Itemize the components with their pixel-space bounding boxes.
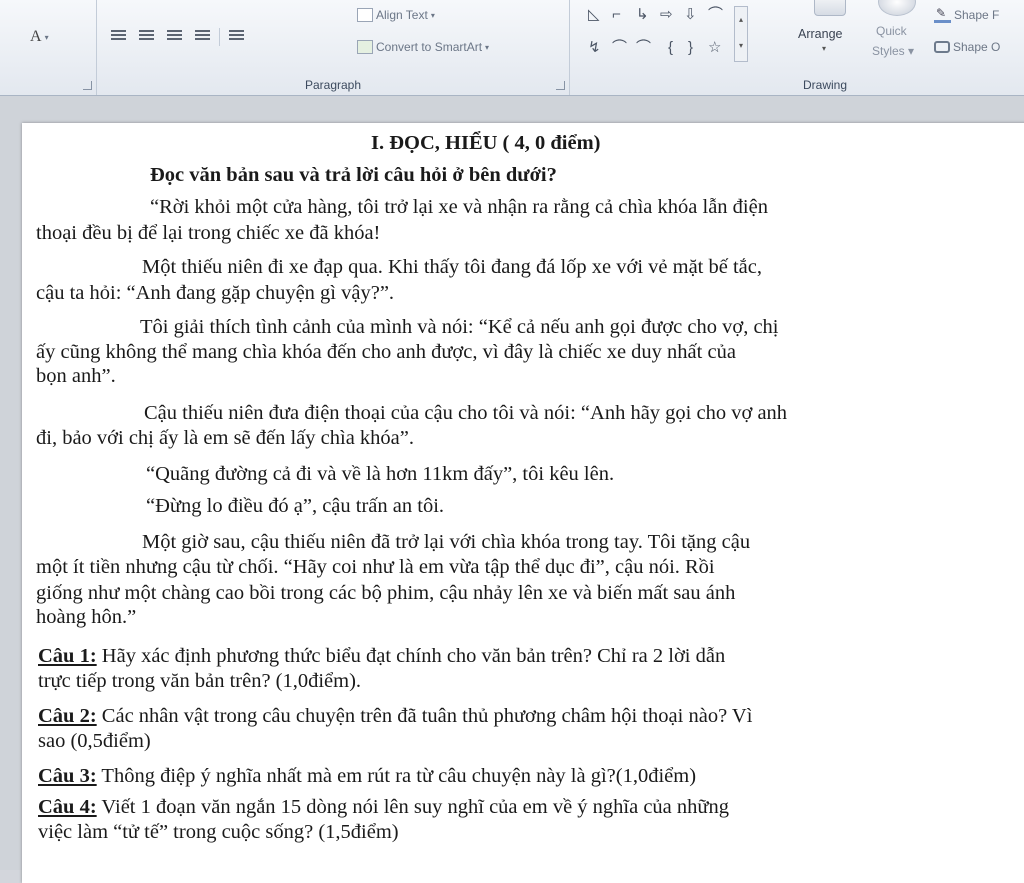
passage-line: Một giờ sau, cậu thiếu niên đã trở lại v… <box>142 531 751 553</box>
align-left-icon[interactable] <box>111 30 126 42</box>
line-spacing-icon[interactable] <box>229 30 244 42</box>
chevron-down-icon: ▾ <box>430 10 435 20</box>
chevron-down-icon: ▾ <box>485 42 490 52</box>
align-text-button[interactable]: Align Text ▾ <box>357 8 435 22</box>
align-text-label: Align Text <box>376 8 428 22</box>
convert-smartart-label: Convert to SmartArt <box>376 40 483 54</box>
shape-right-arrow-icon[interactable]: ⇨ <box>660 7 673 23</box>
align-center-icon[interactable] <box>139 30 154 42</box>
question-label: Câu 2: <box>38 705 97 727</box>
question-4-cont: việc làm “tử tế” trong cuộc sống? (1,5đi… <box>38 821 399 843</box>
quick-label: Quick <box>876 24 907 38</box>
font-dialog-launcher-icon[interactable] <box>83 81 92 90</box>
passage-line: “Quãng đường cả đi và về là hơn 11km đấy… <box>146 463 615 485</box>
question-3: Câu 3: Thông điệp ý nghĩa nhất mà em rút… <box>38 764 696 788</box>
question-label: Câu 1: <box>38 645 97 667</box>
question-text: Thông điệp ý nghĩa nhất mà em rút ra từ … <box>96 765 697 787</box>
passage-line: ấy cũng không thể mang chìa khóa đến cho… <box>36 341 736 363</box>
shape-outline-button[interactable]: Shape O <box>934 40 1000 54</box>
question-2: Câu 2: Các nhân vật trong câu chuyện trê… <box>38 704 752 728</box>
question-1-cont: trực tiếp trong văn bản trên? (1,0điểm). <box>38 670 362 692</box>
passage-line: “Đừng lo điều đó ạ”, cậu trấn an tôi. <box>146 495 445 517</box>
passage-line: đi, bảo với chị ấy là em sẽ đến lấy chìa… <box>36 427 414 449</box>
shape-lightning-icon[interactable]: ↯ <box>588 40 601 56</box>
font-color-button[interactable]: A ▾ <box>30 28 49 46</box>
shapes-gallery[interactable]: ◺ ⌐ ↳ ⇨ ⇩ ⌒ ↯ ⌒ ⌒ { } ☆ ▴ ▾ <box>584 4 780 62</box>
shape-outline-icon <box>934 41 950 53</box>
quick-styles-icon <box>878 0 916 16</box>
shape-right-brace-icon[interactable]: } <box>688 40 693 56</box>
gallery-scroll[interactable]: ▴ ▾ <box>734 6 748 62</box>
shape-left-brace-icon[interactable]: { <box>668 40 673 56</box>
drawing-group: ◺ ⌐ ↳ ⇨ ⇩ ⌒ ↯ ⌒ ⌒ { } ☆ ▴ ▾ Arrange ▾ Qui… <box>570 0 1024 95</box>
paint-bucket-icon: ✎ <box>934 6 951 23</box>
passage-line: một ít tiền nhưng cậu từ chối. “Hãy coi … <box>36 556 715 578</box>
paragraph-dialog-launcher-icon[interactable] <box>556 81 565 90</box>
passage-line: Cậu thiếu niên đưa điện thoại của cậu ch… <box>144 402 788 424</box>
styles-label: Styles ▾ <box>872 44 915 58</box>
question-text: Hãy xác định phương thức biểu đạt chính … <box>96 645 726 667</box>
styles-text: Styles <box>872 44 905 58</box>
shape-triangle-icon[interactable]: ◺ <box>588 7 600 23</box>
align-right-icon[interactable] <box>167 30 182 42</box>
question-text: Viết 1 đoạn văn ngắn 15 dòng nói lên suy… <box>96 796 730 818</box>
passage-line: “Rời khỏi một cửa hàng, tôi trở lại xe v… <box>150 196 768 218</box>
drawing-group-label: Drawing <box>802 78 847 92</box>
ribbon: A ▾ Align Text ▾ Convert to SmartArt ▾ P… <box>0 0 1024 96</box>
shape-elbow-arrow-icon[interactable]: ↳ <box>636 7 649 23</box>
justify-icon[interactable] <box>195 30 210 42</box>
shape-connector-icon[interactable]: ⌐ <box>612 7 621 23</box>
divider <box>219 28 220 46</box>
smartart-icon <box>357 40 373 54</box>
passage-line: cậu ta hỏi: “Anh đang gặp chuyện gì vậy?… <box>36 282 395 304</box>
document-page[interactable]: I. ĐỌC, HIỂU ( 4, 0 điểm) Đọc văn bản sa… <box>22 123 1024 883</box>
document-area: I. ĐỌC, HIỂU ( 4, 0 điểm) Đọc văn bản sa… <box>0 96 1024 883</box>
question-4: Câu 4: Viết 1 đoạn văn ngắn 15 dòng nói … <box>38 795 729 819</box>
passage-line: Tôi giải thích tình cảnh của mình và nói… <box>140 316 779 338</box>
shape-fill-label: Shape F <box>954 7 1000 22</box>
shape-arc-icon[interactable]: ⌒ <box>708 7 723 23</box>
arrange-label: Arrange <box>798 27 843 41</box>
paragraph-group-label: Paragraph <box>304 78 362 92</box>
chevron-down-icon: ▾ <box>44 32 49 42</box>
section-heading: I. ĐỌC, HIỂU ( 4, 0 điểm) <box>371 132 601 154</box>
paragraph-group: Align Text ▾ Convert to SmartArt ▾ Parag… <box>97 0 570 95</box>
font-group: A ▾ <box>0 0 97 95</box>
shape-fill-button[interactable]: ✎ Shape F <box>934 6 999 23</box>
shape-outline-label: Shape O <box>953 40 1001 54</box>
passage-line: bọn anh”. <box>36 365 116 387</box>
passage-line: Một thiếu niên đi xe đạp qua. Khi thấy t… <box>142 256 762 278</box>
shape-star-icon[interactable]: ☆ <box>708 40 721 56</box>
shape-curve-icon[interactable]: ⌒ <box>612 40 627 56</box>
align-text-icon <box>357 8 373 22</box>
chevron-down-icon: ▾ <box>822 44 827 53</box>
passage-line: giống như một chàng cao bồi trong các bộ… <box>36 582 736 604</box>
passage-line: hoàng hôn.” <box>36 606 137 628</box>
shape-freeform-icon[interactable]: ⌒ <box>636 40 651 56</box>
font-color-label: A <box>30 28 42 45</box>
arrange-icon <box>814 0 846 16</box>
shape-down-arrow-icon[interactable]: ⇩ <box>684 7 697 23</box>
instruction-heading: Đọc văn bản sau và trả lời câu hỏi ở bên… <box>150 164 557 186</box>
passage-line: thoại đều bị để lại trong chiếc xe đã kh… <box>36 222 381 244</box>
quick-styles-button[interactable]: Quick Styles ▾ <box>868 0 926 70</box>
question-2-cont: sao (0,5điểm) <box>38 730 151 752</box>
arrange-button[interactable]: Arrange ▾ <box>794 0 866 70</box>
convert-smartart-button[interactable]: Convert to SmartArt ▾ <box>357 40 489 54</box>
question-label: Câu 3: <box>38 765 97 787</box>
question-text: Các nhân vật trong câu chuyện trên đã tu… <box>96 705 753 727</box>
question-1: Câu 1: Hãy xác định phương thức biểu đạt… <box>38 644 725 668</box>
question-label: Câu 4: <box>38 796 97 818</box>
